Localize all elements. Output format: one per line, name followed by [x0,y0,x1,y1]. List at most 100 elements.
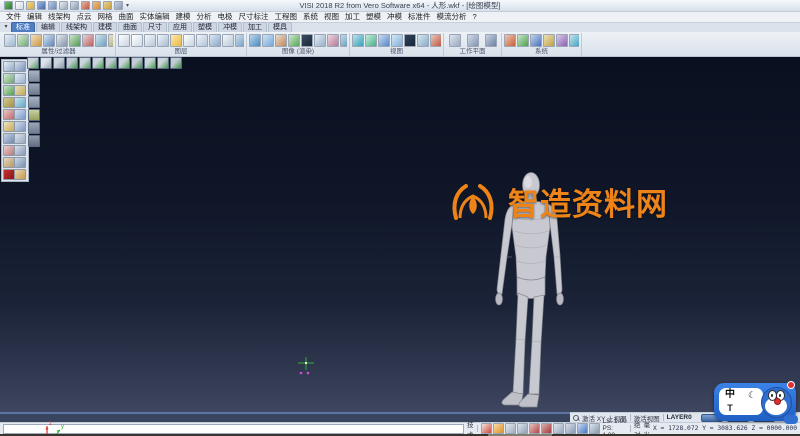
current-layer-label[interactable]: LAYER0 [667,414,692,421]
skin-icon[interactable]: T [727,404,733,413]
menu-item[interactable]: 曲面 [116,12,137,22]
layer-lock-icon[interactable] [209,34,221,47]
previous-view-icon[interactable] [404,34,416,47]
layer-visibility-icon[interactable] [144,34,156,47]
cplane-list-icon[interactable] [28,135,40,147]
options-icon[interactable] [504,34,516,47]
macros-icon[interactable] [543,34,555,47]
ribbon-tab[interactable]: 冲模 [218,22,242,32]
menu-item[interactable]: 尺寸标注 [236,12,272,22]
menu-item[interactable]: 实体编辑 [137,12,173,22]
ribbon-tab[interactable]: 编辑 [36,22,60,32]
open-folder-icon[interactable] [26,1,35,10]
menu-item[interactable]: 文件 [3,12,24,22]
color-filter-icon[interactable] [30,34,42,47]
menu-item[interactable]: 网格 [95,12,116,22]
wireframe-view-icon[interactable] [262,34,274,47]
menu-item[interactable]: 加工 [342,12,363,22]
database-icon[interactable] [556,34,568,47]
selection-filter-icon[interactable] [56,34,68,47]
menu-item[interactable]: 点云 [74,12,95,22]
ribbon-tab[interactable]: 线架构 [61,22,92,32]
hidden-line-icon[interactable] [275,34,287,47]
polar-tracking-icon[interactable] [516,423,528,434]
zoom-in-icon[interactable] [157,57,169,69]
ribbon-tab[interactable]: 加工 [243,22,267,32]
lights-icon[interactable] [314,34,326,47]
plugins-icon[interactable] [569,34,579,47]
grid-snap-icon[interactable] [492,423,504,434]
menu-item[interactable]: 冲模 [384,12,405,22]
layer-manager-icon[interactable] [118,34,130,47]
cplane-front-icon[interactable] [28,83,40,95]
new-layer-icon[interactable] [131,34,143,47]
menu-item[interactable]: 视图 [321,12,342,22]
menu-item[interactable]: 电极 [215,12,236,22]
ribbon-tab[interactable]: 尺寸 [143,22,167,32]
view-bottom-icon[interactable] [105,57,117,69]
save-icon[interactable] [37,1,46,10]
extend-icon[interactable] [14,109,26,120]
entity-filter-icon[interactable] [43,34,55,47]
print-preview-icon[interactable] [70,1,79,10]
workplane-view-icon[interactable] [484,34,497,47]
view-left-icon[interactable] [79,57,91,69]
moon-icon[interactable]: ☾ [748,390,756,400]
ortho-mode-icon[interactable] [504,423,516,434]
view-front-icon[interactable] [53,57,65,69]
copy-to-layer-icon[interactable] [196,34,208,47]
cplane-user-icon[interactable] [28,122,40,134]
dynamic-view-icon[interactable] [417,34,429,47]
show-elements-icon[interactable] [95,34,107,47]
workplane-3points-icon[interactable] [466,34,479,47]
toolbar-options-button[interactable]: ▾ [126,2,129,9]
doraemon-avatar[interactable] [761,387,792,418]
new-document-icon[interactable] [15,1,24,10]
text-tool-icon[interactable] [14,145,26,156]
print-icon[interactable] [59,1,68,10]
background-icon[interactable] [340,34,347,47]
box-select-icon[interactable] [14,61,26,72]
cplane-top-icon[interactable] [28,70,40,82]
menu-item[interactable]: ? [470,12,480,22]
attribute-brush-icon[interactable] [17,34,29,47]
copy-icon[interactable] [14,73,26,84]
measure-icon[interactable] [517,34,529,47]
zoom-all-icon[interactable] [352,34,364,47]
object-snap-icon[interactable] [528,423,540,434]
texture-icon[interactable] [301,34,313,47]
menu-item[interactable]: 塑模 [363,12,384,22]
rotate-view-icon[interactable] [391,34,403,47]
stretch-icon[interactable] [14,97,26,108]
undo-icon[interactable] [92,1,101,10]
ribbon-tab[interactable]: 标准 [11,22,35,32]
lineweight-icon[interactable] [564,423,576,434]
delete-icon[interactable] [81,1,90,10]
pan-view-icon[interactable] [378,34,390,47]
ribbon-collapse-button[interactable]: ▾ [2,23,10,32]
shaded-view-icon[interactable] [249,34,261,47]
spin-model-icon[interactable] [144,57,156,69]
isolate-elements-icon[interactable] [108,34,113,47]
render-icon[interactable] [288,34,300,47]
ribbon-tab[interactable]: 曲面 [118,22,142,32]
viewport[interactable]: 智造资料网 x z y 中 ☾ T [0,57,800,436]
visi-app-icon[interactable] [4,1,13,10]
menu-item[interactable]: 线架构 [45,12,74,22]
menu-item[interactable]: 系统 [300,12,321,22]
workplane-standard-icon[interactable] [448,34,461,47]
snap-marker-icon[interactable] [540,423,552,434]
view-top-icon[interactable] [40,57,52,69]
menu-item[interactable]: 模流分析 [434,12,470,22]
hide-elements-icon[interactable] [82,34,94,47]
calculator-icon[interactable] [530,34,542,47]
layer-isolate-icon[interactable] [222,34,234,47]
view-back-icon[interactable] [66,57,78,69]
ribbon-tab[interactable]: 模具 [268,22,292,32]
current-layer-icon[interactable] [170,34,182,47]
mirror-icon[interactable] [14,85,26,96]
settings-tool-icon[interactable] [14,169,26,180]
refresh-view-icon[interactable] [576,423,588,434]
layer-freeze-icon[interactable] [157,34,169,47]
ime-toolbar[interactable]: 中 ☾ T [714,381,798,424]
